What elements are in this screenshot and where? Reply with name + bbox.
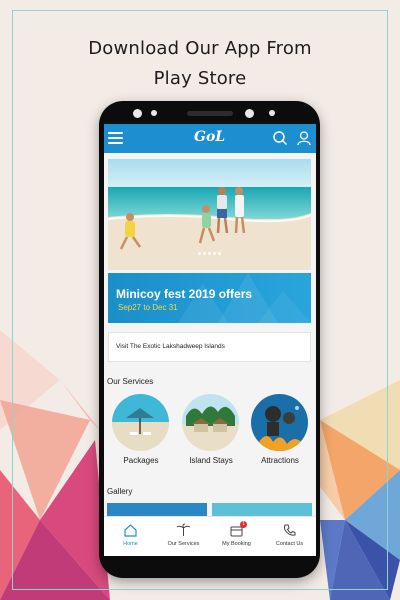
service-label: Attractions (261, 456, 299, 465)
nav-my-booking[interactable]: 1 My Booking (210, 517, 263, 556)
app-screen: GoL Minicoy fest 2019 offers Sep27 to De… (104, 124, 316, 556)
nav-label: Home (123, 541, 138, 547)
packages-image (112, 394, 169, 451)
nav-label: Our Services (167, 541, 200, 547)
app-logo: GoL (194, 129, 226, 145)
nav-label: My Booking (222, 541, 251, 547)
sensor-dot (269, 110, 275, 116)
booking-badge: 1 (240, 521, 247, 528)
service-island-stays[interactable]: Island Stays (182, 394, 240, 474)
palm-tree-icon (176, 523, 191, 536)
nav-our-services[interactable]: Our Services (157, 517, 210, 556)
headline: Download Our App From Play Store (0, 34, 400, 94)
front-camera (245, 109, 254, 118)
info-card[interactable]: Visit The Exotic Lakshadweep Islands (108, 332, 311, 362)
headline-line-2: Play Store (153, 68, 247, 89)
hero-carousel[interactable] (108, 159, 311, 270)
service-label: Island Stays (189, 456, 233, 465)
home-icon (124, 524, 137, 537)
promo-dates: Sep27 to Dec 31 (118, 303, 178, 312)
island-stays-image (182, 394, 239, 451)
user-icon[interactable] (296, 130, 312, 146)
service-attractions[interactable]: Attractions (251, 394, 309, 474)
services-heading: Our Services (107, 377, 154, 386)
search-icon[interactable] (272, 130, 288, 146)
nav-label: Contact Us (275, 541, 304, 547)
sensor-dot (151, 110, 157, 116)
promo-banner[interactable]: Minicoy fest 2019 offers Sep27 to Dec 31 (108, 273, 311, 323)
phone-icon (284, 524, 296, 536)
info-card-text: Visit The Exotic Lakshadweep Islands (116, 343, 225, 350)
promo-title: Minicoy fest 2019 offers (116, 287, 253, 301)
speaker-grill (187, 111, 233, 116)
carousel-dots[interactable] (108, 242, 311, 260)
service-label: Packages (123, 456, 159, 465)
bottom-navigation: Home Our Services 1 My Booking Contact U… (104, 516, 316, 556)
nav-home[interactable]: Home (104, 517, 157, 556)
sensor-dot (133, 109, 142, 118)
gallery-heading: Gallery (107, 487, 133, 496)
nav-contact-us[interactable]: Contact Us (263, 517, 316, 556)
headline-line-1: Download Our App From (88, 38, 312, 59)
app-bar: GoL (104, 124, 316, 153)
service-packages[interactable]: Packages (112, 394, 170, 474)
menu-icon[interactable] (108, 132, 123, 144)
attractions-image (251, 394, 308, 451)
